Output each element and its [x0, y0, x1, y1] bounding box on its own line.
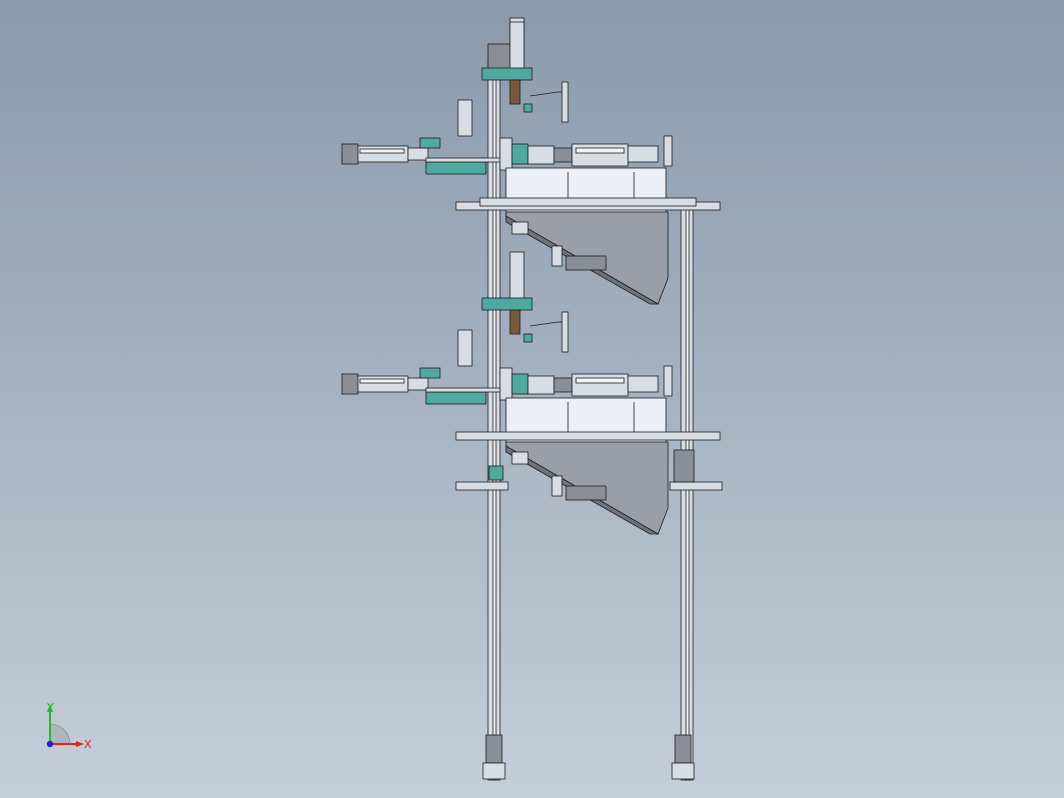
- module-2-motor-highlight: [575, 377, 625, 384]
- module-1-sensor: [523, 103, 533, 113]
- module-2-bracket: [509, 251, 525, 301]
- module-2-small-fitting: [511, 451, 529, 465]
- module-1-bracket: [509, 21, 525, 71]
- module-2-base-rail: [425, 391, 487, 405]
- module-2-left-bracket: [457, 329, 473, 367]
- module-1-motor-end: [627, 145, 659, 163]
- module-1-left-bracket: [457, 99, 473, 137]
- module-2-motor-end: [627, 375, 659, 393]
- coordinate-triad: Y X: [38, 700, 98, 756]
- left-rod-foot: [482, 762, 506, 780]
- module-2-carriage-teal: [511, 373, 529, 395]
- top-post-block: [487, 43, 511, 71]
- module-2-coupler-2: [553, 377, 573, 393]
- left-rod-end: [485, 734, 503, 764]
- module-1-handle-arm: [529, 91, 559, 97]
- module-2-hopper-motor: [565, 485, 607, 501]
- module-2-cylinder-end: [341, 373, 359, 395]
- left-guide-rod-highlight: [492, 59, 497, 781]
- module-1-hopper-fitting: [551, 245, 563, 267]
- module-2-carriage-plate: [499, 367, 513, 401]
- module-1-base-rail-top: [425, 157, 507, 163]
- z-axis-dot: [46, 740, 54, 748]
- module-2-brown-block: [509, 309, 521, 335]
- triad-quadrant-icon: [49, 723, 71, 745]
- module-1-screw: [561, 81, 569, 123]
- module-1-end-bracket: [663, 135, 673, 167]
- module-1-small-fitting: [511, 221, 529, 235]
- y-axis-label: Y: [46, 701, 54, 714]
- cad-viewport[interactable]: Y X: [0, 0, 1064, 798]
- module-2-end-bracket: [663, 365, 673, 397]
- module-1-cylinder-rod: [407, 147, 429, 161]
- module-2-screw: [561, 311, 569, 353]
- module-2-motor-body: [571, 373, 629, 397]
- right-rod-end: [674, 734, 692, 764]
- module-1-base-rail: [425, 161, 487, 175]
- module-1-motor-body: [571, 143, 629, 167]
- machine-assembly[interactable]: [0, 0, 1064, 798]
- lower-left-clamp: [455, 481, 509, 491]
- module-1-carriage-plate: [499, 137, 513, 171]
- module-2-cylinder-rod: [407, 377, 429, 391]
- module-1-cylinder-end: [341, 143, 359, 165]
- module-2-cylinder-mount: [419, 367, 441, 379]
- lower-left-block: [488, 465, 504, 481]
- module-1-coupler: [527, 145, 555, 165]
- module-2-handle-arm: [529, 321, 559, 327]
- module-1-motor-highlight: [575, 147, 625, 154]
- module-1-teal-plate: [481, 67, 533, 81]
- module-2-base-rail-top: [425, 387, 507, 393]
- module-2-cylinder-highlight: [359, 378, 405, 384]
- module-1-cylinder-mount: [419, 137, 441, 149]
- module-1-coupler-2: [553, 147, 573, 163]
- module-1-cylinder-highlight: [359, 148, 405, 154]
- module-1-hopper-motor: [565, 255, 607, 271]
- lower-right-collar: [673, 449, 695, 483]
- module-1-carriage-teal: [511, 143, 529, 165]
- module-1-cylinder-body: [355, 145, 409, 163]
- module-1-brown-block: [509, 79, 521, 105]
- module-2-teal-plate: [481, 297, 533, 311]
- module-2-mount-plate: [455, 431, 721, 441]
- module-2-hopper-fitting: [551, 475, 563, 497]
- upper-clamp-plate: [479, 197, 697, 207]
- module-2-cylinder-body: [355, 375, 409, 393]
- x-axis-label: X: [84, 738, 92, 751]
- right-rod-foot: [671, 762, 695, 780]
- module-2-coupler: [527, 375, 555, 395]
- lower-right-clamp: [669, 481, 723, 491]
- module-2-sensor: [523, 333, 533, 343]
